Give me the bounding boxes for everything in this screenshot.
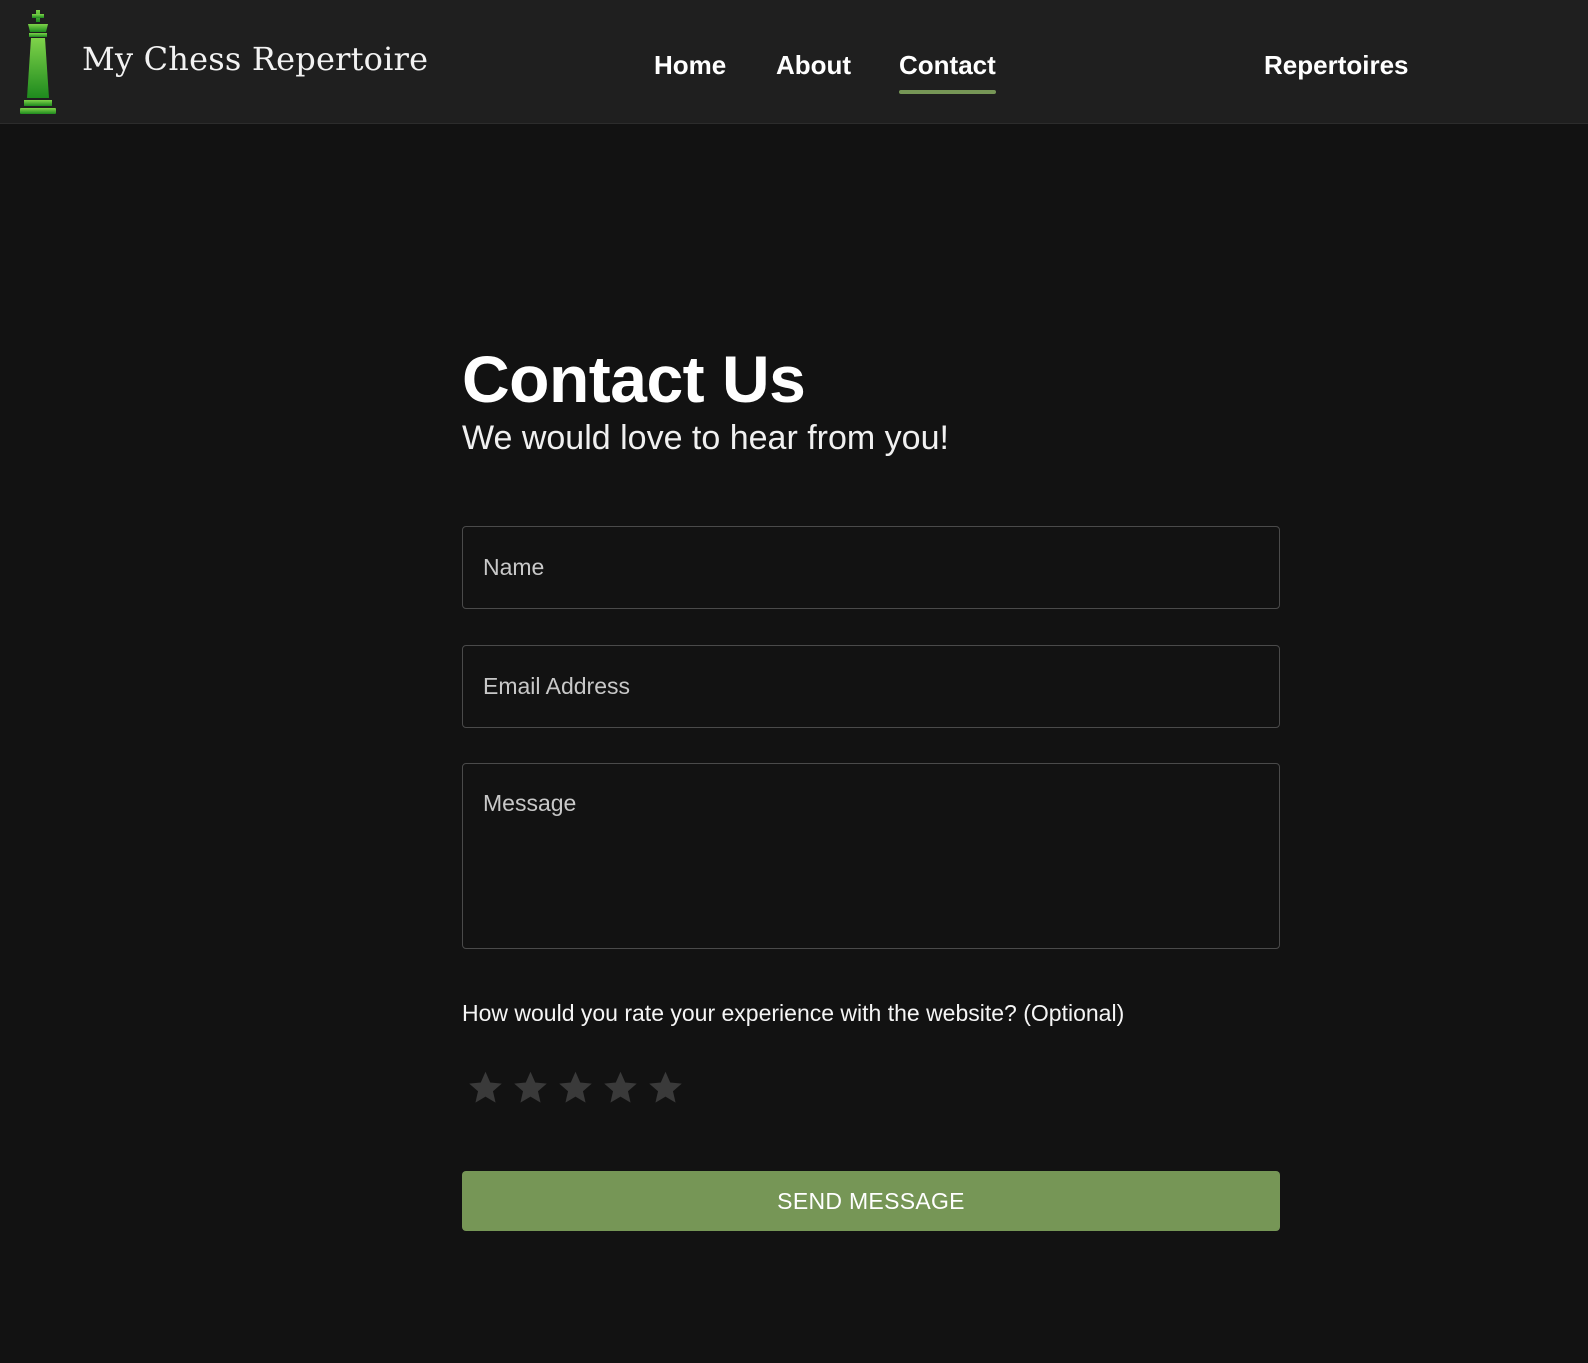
star-rating	[466, 1068, 685, 1108]
navbar: My Chess Repertoire Home About Contact R…	[0, 0, 1588, 124]
logo-link[interactable]	[16, 8, 60, 116]
brand-name[interactable]: My Chess Repertoire	[82, 40, 428, 78]
chess-king-icon	[20, 10, 56, 114]
name-input[interactable]	[462, 526, 1280, 609]
star-3-icon[interactable]	[556, 1068, 595, 1108]
email-input[interactable]	[462, 645, 1280, 728]
message-textarea[interactable]	[462, 763, 1280, 949]
nav-home[interactable]: Home	[654, 50, 726, 81]
nav-contact[interactable]: Contact	[899, 50, 996, 94]
contact-section: Contact Us We would love to hear from yo…	[462, 340, 1280, 1231]
nav-repertoires[interactable]: Repertoires	[1264, 50, 1409, 81]
send-message-button[interactable]: SEND MESSAGE	[462, 1171, 1280, 1231]
star-5-icon[interactable]	[646, 1068, 685, 1108]
nav-about[interactable]: About	[776, 50, 851, 81]
page-title: Contact Us	[462, 342, 806, 416]
star-2-icon[interactable]	[511, 1068, 550, 1108]
page-subtitle: We would love to hear from you!	[462, 419, 949, 457]
rating-question: How would you rate your experience with …	[462, 1000, 1125, 1026]
star-1-icon[interactable]	[466, 1068, 505, 1108]
star-4-icon[interactable]	[601, 1068, 640, 1108]
